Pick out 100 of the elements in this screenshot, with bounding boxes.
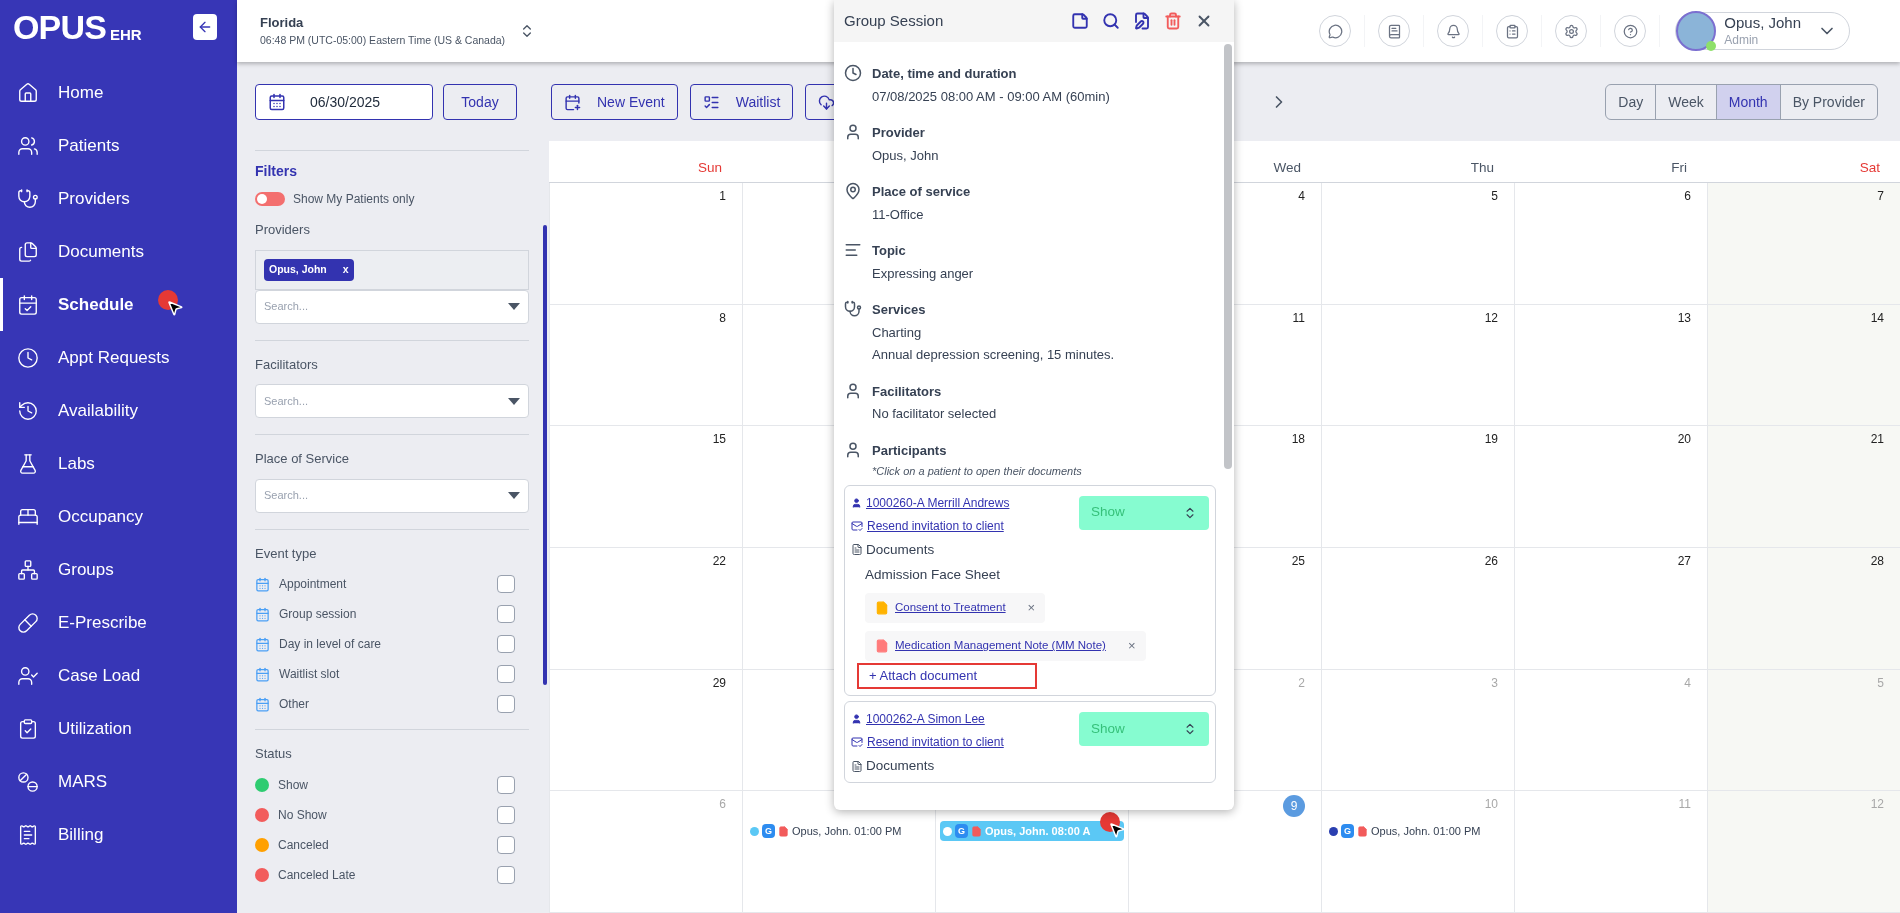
day-number[interactable]: 5 xyxy=(1491,187,1498,209)
calendar-event[interactable]: G Opus, John. 01:00 PM xyxy=(1326,821,1510,842)
toggle-label: Show My Patients only xyxy=(293,191,415,208)
day-number[interactable]: 13 xyxy=(1677,308,1691,331)
checkbox[interactable] xyxy=(497,775,515,794)
day-number[interactable]: 18 xyxy=(1291,430,1305,453)
day-number[interactable]: 20 xyxy=(1677,430,1691,453)
remove-document[interactable]: × xyxy=(1127,636,1136,656)
day-number[interactable]: 1 xyxy=(719,187,726,209)
day-number[interactable]: 6 xyxy=(1684,187,1691,209)
nav-item[interactable]: Appt Requests xyxy=(0,331,237,384)
calendar-event[interactable]: G Opus, John. 01:00 PM xyxy=(747,821,931,842)
search-button[interactable] xyxy=(1101,11,1121,31)
status-label: No Show xyxy=(278,806,328,824)
person-icon xyxy=(851,496,862,509)
event-label: Opus, John. 01:00 PM xyxy=(792,824,902,840)
patient-link[interactable]: 1000260-A Merrill Andrews xyxy=(866,493,1010,512)
nav-item[interactable]: Patients xyxy=(0,119,237,172)
checkbox[interactable] xyxy=(497,695,515,713)
delete-button[interactable] xyxy=(1163,11,1183,31)
nav-item[interactable]: Documents xyxy=(0,225,237,278)
calendar-icon xyxy=(255,696,270,712)
home-icon xyxy=(17,81,39,104)
nav-item[interactable]: Groups xyxy=(0,543,237,596)
day-number[interactable]: 15 xyxy=(712,430,726,453)
day-number[interactable]: 25 xyxy=(1291,552,1305,574)
toolbar-button[interactable]: Waitlist xyxy=(689,84,794,120)
toolbar-button[interactable]: New Event xyxy=(551,84,678,120)
mail-check-icon xyxy=(851,519,863,532)
checkbox[interactable] xyxy=(497,575,515,593)
day-number[interactable]: 21 xyxy=(1870,430,1884,453)
nav-item[interactable]: Availability xyxy=(0,384,237,437)
nav-item[interactable]: Billing xyxy=(0,808,237,861)
calendar-icon xyxy=(255,576,270,592)
user-check-icon xyxy=(17,664,39,687)
settings-icon xyxy=(1563,23,1579,39)
nav-item[interactable]: Utilization xyxy=(0,702,237,755)
view-tab[interactable]: By Provider xyxy=(1779,85,1877,119)
nav-item[interactable]: Home xyxy=(0,66,237,119)
day-number[interactable]: 8 xyxy=(719,308,726,331)
clock-icon xyxy=(844,64,862,82)
location-selector[interactable]: Florida 06:48 PM (UTC-05:00) Eastern Time (US & Canada) xyxy=(260,13,536,49)
date-field[interactable]: 06/30/2025 xyxy=(255,84,433,120)
day-number[interactable]: 26 xyxy=(1484,552,1498,574)
toggle-switch[interactable] xyxy=(255,192,285,206)
document-link[interactable]: Medication Management Note (MM Note) xyxy=(895,637,1106,655)
day-number[interactable]: 29 xyxy=(712,673,726,696)
document-link[interactable]: Consent to Treatment xyxy=(895,599,1006,617)
remove-document[interactable]: × xyxy=(1027,598,1036,618)
scrollbar-thumb[interactable] xyxy=(543,225,547,685)
tablets-icon xyxy=(17,770,39,793)
day-number[interactable]: 22 xyxy=(712,552,726,574)
dropdown-caret-icon xyxy=(508,303,520,310)
scrollbar-thumb[interactable] xyxy=(1224,44,1232,469)
calendar-icon xyxy=(17,293,39,316)
nav-item[interactable]: Labs xyxy=(0,437,237,490)
person-icon xyxy=(844,381,862,400)
resend-invitation-link[interactable]: Resend invitation to client xyxy=(867,733,1004,751)
edit-button[interactable] xyxy=(1132,11,1152,31)
list-icon xyxy=(702,93,720,111)
day-number[interactable]: 27 xyxy=(1677,552,1691,574)
day-number[interactable]: 7 xyxy=(1877,187,1884,209)
checkbox[interactable] xyxy=(497,665,515,683)
checkbox[interactable] xyxy=(497,865,515,884)
today-button[interactable]: Today xyxy=(443,84,517,120)
day-number[interactable]: 12 xyxy=(1484,308,1498,331)
collapse-sidebar-button[interactable] xyxy=(193,14,217,40)
event-type-label: Other xyxy=(279,696,310,713)
filter-label: Providers xyxy=(255,221,311,239)
day-number[interactable]: 19 xyxy=(1484,430,1498,453)
view-tab[interactable]: Day xyxy=(1606,85,1656,119)
nav-item[interactable]: E-Prescribe xyxy=(0,596,237,649)
checkbox[interactable] xyxy=(497,835,515,854)
field-value: Charting xyxy=(872,323,923,342)
nav-item[interactable]: MARS xyxy=(0,755,237,808)
day-number[interactable]: 4 xyxy=(1298,187,1305,209)
checkbox[interactable] xyxy=(497,805,515,824)
checkbox[interactable] xyxy=(497,635,515,653)
day-number[interactable]: 14 xyxy=(1870,308,1884,331)
view-tab[interactable]: Month xyxy=(1715,85,1780,119)
day-number[interactable]: 28 xyxy=(1870,552,1884,574)
stethoscope-icon xyxy=(844,300,862,318)
location-name: Florida xyxy=(260,14,305,33)
nav-item[interactable]: Case Load xyxy=(0,649,237,702)
checkbox[interactable] xyxy=(497,605,515,623)
patient-link[interactable]: 1000262-A Simon Lee xyxy=(866,710,985,728)
people-icon xyxy=(17,134,39,157)
field-label: Topic xyxy=(872,242,907,260)
calendar-icon xyxy=(255,666,270,682)
event-type-label: Group session xyxy=(279,606,358,623)
day-number[interactable]: 11 xyxy=(1292,308,1305,331)
nav-item[interactable]: Occupancy xyxy=(0,490,237,543)
view-tab[interactable]: Week xyxy=(1655,85,1716,119)
nav-item[interactable]: Providers xyxy=(0,172,237,225)
weekday-header: Fri xyxy=(1671,158,1687,177)
note-button[interactable] xyxy=(1070,11,1090,31)
chip-remove[interactable]: x xyxy=(342,261,349,278)
document-icon xyxy=(1357,824,1368,838)
resend-invitation-link[interactable]: Resend invitation to client xyxy=(867,516,1004,535)
attach-document-link[interactable]: + Attach document xyxy=(857,663,1037,689)
